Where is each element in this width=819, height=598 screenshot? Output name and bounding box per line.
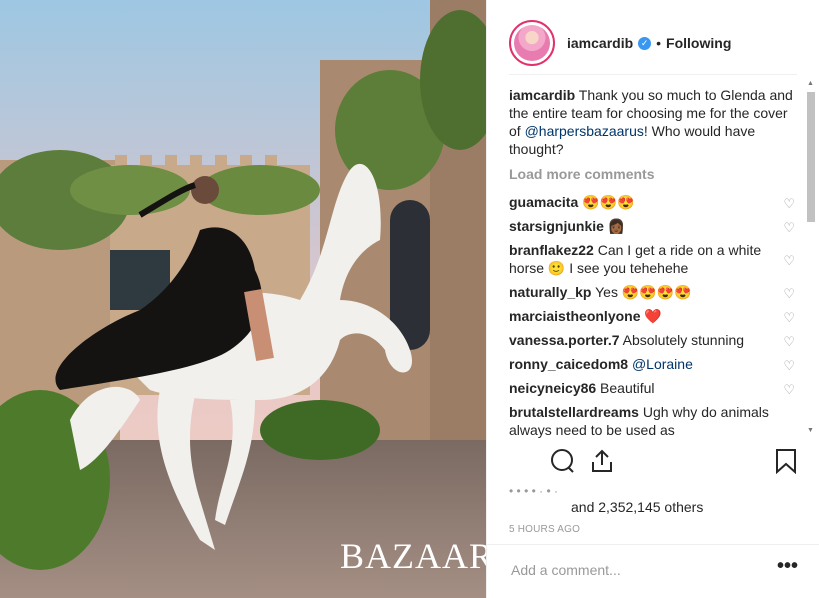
scroll-up-arrow-icon[interactable]: ▲ bbox=[807, 80, 814, 87]
list-item: marciaistheonlyone ❤️ ♡ bbox=[509, 304, 801, 328]
like-comment-heart-icon[interactable]: ♡ bbox=[783, 219, 795, 237]
comment-username[interactable]: starsignjunkie bbox=[509, 218, 604, 234]
avatar[interactable] bbox=[509, 20, 555, 66]
like-comment-heart-icon[interactable]: ♡ bbox=[783, 381, 795, 399]
post-detail-panel: iamcardib ✓ • Following iamcardib Thank … bbox=[486, 0, 819, 598]
following-button[interactable]: Following bbox=[666, 35, 731, 51]
header-username[interactable]: iamcardib bbox=[567, 35, 633, 51]
comment-username[interactable]: guamacita bbox=[509, 194, 578, 210]
like-comment-heart-icon[interactable]: ♡ bbox=[783, 252, 795, 270]
like-comment-heart-icon[interactable]: ♡ bbox=[783, 195, 795, 213]
list-item: neicyneicy86 Beautiful ♡ bbox=[509, 376, 801, 400]
comment-username[interactable]: brutalstellardreams bbox=[509, 404, 639, 420]
avatar-image bbox=[514, 25, 550, 61]
verified-icon: ✓ bbox=[638, 36, 652, 50]
magazine-logo: BAZAAR bbox=[340, 536, 486, 576]
share-icon[interactable] bbox=[589, 448, 615, 480]
more-options-icon[interactable]: ••• bbox=[777, 555, 798, 578]
add-comment-input[interactable] bbox=[509, 561, 753, 579]
list-item: guamacita 😍😍😍 ♡ bbox=[509, 190, 801, 214]
comments-list[interactable]: iamcardib Thank you so much to Glenda an… bbox=[509, 86, 801, 438]
comment-icon[interactable] bbox=[549, 448, 575, 480]
comment-text: Beautiful bbox=[596, 380, 655, 396]
comment-bubble-icon bbox=[551, 449, 574, 473]
like-comment-heart-icon[interactable]: ♡ bbox=[783, 333, 795, 351]
scroll-down-arrow-icon[interactable]: ▼ bbox=[807, 427, 814, 434]
comment-text: Absolutely stunning bbox=[619, 332, 745, 348]
comment-username[interactable]: vanessa.porter.7 bbox=[509, 332, 620, 348]
comment-username[interactable]: branflakez22 bbox=[509, 242, 594, 258]
like-comment-heart-icon[interactable]: ♡ bbox=[783, 285, 795, 303]
post-photo-illustration bbox=[0, 0, 486, 598]
list-item: branflakez22 Can I get a ride on a white… bbox=[509, 238, 801, 280]
like-comment-heart-icon[interactable]: ♡ bbox=[783, 357, 795, 375]
comment-username[interactable]: ronny_caicedom8 bbox=[509, 356, 628, 372]
post-image[interactable]: BAZAAR bbox=[0, 0, 486, 598]
caption: iamcardib Thank you so much to Glenda an… bbox=[509, 86, 801, 158]
list-item: ronny_caicedom8 @Loraine ♡ bbox=[509, 352, 801, 376]
list-item: brutalstellardreams Ugh why do animals a… bbox=[509, 400, 801, 438]
post-header: iamcardib ✓ • Following bbox=[509, 12, 797, 75]
comment-username[interactable]: marciaistheonlyone bbox=[509, 308, 641, 324]
share-upload-icon bbox=[592, 449, 612, 472]
comment-text: ❤️ bbox=[640, 308, 662, 324]
list-item: vanessa.porter.7 Absolutely stunning ♡ bbox=[509, 328, 801, 352]
caption-username[interactable]: iamcardib bbox=[509, 87, 575, 103]
list-item: starsignjunkie 👩🏾 ♡ bbox=[509, 214, 801, 238]
like-comment-heart-icon[interactable]: ♡ bbox=[783, 309, 795, 327]
comment-username[interactable]: neicyneicy86 bbox=[509, 380, 596, 396]
caption-mention-link[interactable]: @harpersbazaarus bbox=[525, 123, 644, 139]
comment-mention-link[interactable]: @Loraine bbox=[632, 356, 693, 372]
post-actions bbox=[509, 440, 801, 480]
save-bookmark-icon bbox=[776, 449, 796, 475]
comment-text: Yes 😍😍😍😍 bbox=[591, 284, 692, 300]
likes-count[interactable]: and 2,352,145 others bbox=[571, 499, 703, 515]
comment-text: 👩🏾 bbox=[603, 218, 626, 234]
load-more-comments-button[interactable]: Load more comments bbox=[509, 166, 801, 182]
post-timestamp[interactable]: 5 HOURS AGO bbox=[509, 524, 580, 535]
list-item: naturally_kp Yes 😍😍😍😍 ♡ bbox=[509, 280, 801, 304]
comment-text: 😍😍😍 bbox=[578, 194, 635, 210]
scrollbar-thumb[interactable] bbox=[807, 92, 815, 222]
comment-username[interactable]: naturally_kp bbox=[509, 284, 591, 300]
separator-dot: • bbox=[656, 35, 662, 51]
comments-scrollbar[interactable]: ▲ ▼ bbox=[805, 80, 817, 434]
bookmark-icon[interactable] bbox=[775, 448, 797, 480]
likes-obscured-text: • • • • · • · bbox=[509, 484, 559, 498]
add-comment-bar: ••• bbox=[487, 544, 819, 598]
